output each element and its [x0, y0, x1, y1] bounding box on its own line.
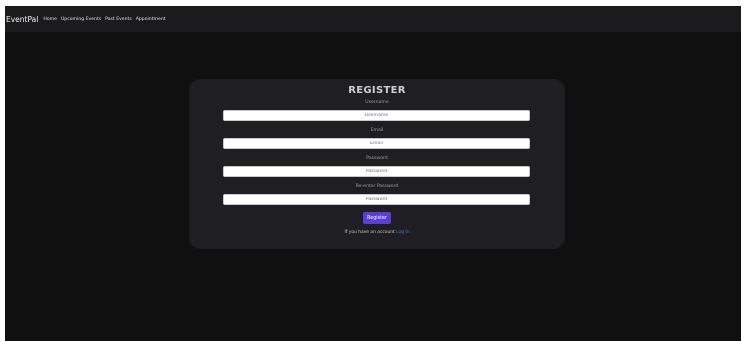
login-prompt-row: If you have an account Log In: [189, 230, 565, 235]
email-label: Email: [370, 128, 384, 133]
email-input[interactable]: [223, 138, 530, 149]
register-card: REGISTER Username Email Password Re-ente…: [189, 79, 565, 249]
register-button[interactable]: Register: [363, 212, 391, 224]
reenter-password-label: Re-enter Password: [355, 184, 399, 189]
app-viewport: EventPal Home Upcoming Events Past Event…: [5, 6, 741, 341]
brand-logo[interactable]: EventPal: [6, 15, 38, 24]
password-label: Password: [366, 156, 388, 161]
reenter-password-input[interactable]: [223, 194, 530, 205]
nav-link-appointment[interactable]: Appointment: [136, 17, 166, 22]
nav-link-past-events[interactable]: Past Events: [105, 17, 132, 22]
username-input[interactable]: [223, 110, 530, 121]
register-title: REGISTER: [348, 85, 406, 96]
password-input[interactable]: [223, 166, 530, 177]
username-label: Username: [365, 100, 389, 105]
login-prompt-text: If you have an account: [344, 230, 395, 235]
top-navbar: EventPal Home Upcoming Events Past Event…: [5, 6, 741, 32]
nav-link-home[interactable]: Home: [43, 17, 57, 22]
nav-link-upcoming-events[interactable]: Upcoming Events: [61, 17, 101, 22]
login-link[interactable]: Log In: [396, 230, 409, 235]
